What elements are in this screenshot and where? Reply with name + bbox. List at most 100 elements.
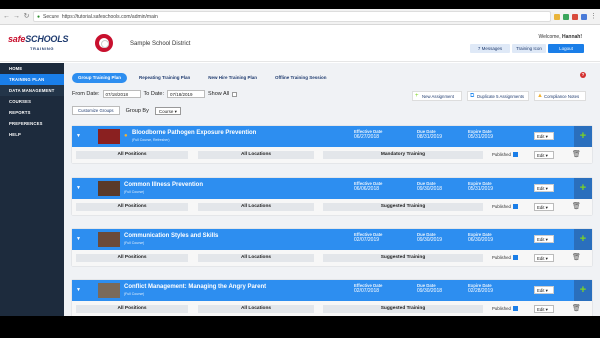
published-toggle[interactable]: Published [492, 204, 518, 209]
compliance-notes-button[interactable]: ▲ Compliance Notes [534, 91, 586, 101]
sidebar-item-preferences[interactable]: PREFERENCES [0, 118, 64, 129]
sidebar-item-courses[interactable]: COURSES [0, 96, 64, 107]
locations-pill[interactable]: All Locations [198, 203, 314, 211]
trash-icon[interactable]: 🗑 [572, 150, 581, 158]
training-type-pill[interactable]: Suggested Training [323, 254, 483, 262]
published-checkbox[interactable] [512, 255, 518, 260]
locations-pill[interactable]: All Locations [198, 254, 314, 262]
course-title[interactable]: Common Illness Prevention [124, 182, 203, 188]
edit-select[interactable]: Edit ▾ [534, 286, 554, 294]
tab-new-hire-training-plan[interactable]: New Hire Training Plan [202, 73, 263, 83]
trash-icon[interactable]: 🗑 [572, 202, 581, 210]
lock-icon: ● [37, 13, 41, 20]
published-checkbox[interactable] [512, 204, 518, 209]
duplicate-assignments-button[interactable]: ⧉ Duplicate 5 Assignments [467, 91, 529, 101]
help-icon[interactable]: ? [580, 72, 586, 78]
effective-date: Effective Date 02/07/2018 [354, 283, 383, 294]
assignment-card: ▼ Communication Styles and Skills (Full … [72, 229, 592, 266]
forward-icon[interactable]: → [13, 13, 20, 20]
tab-repeating-training-plan[interactable]: Repeating Training Plan [133, 73, 196, 83]
locations-pill[interactable]: All Locations [198, 151, 314, 159]
collapse-caret-icon[interactable]: ▼ [76, 133, 81, 139]
positions-pill[interactable]: All Positions [76, 203, 188, 211]
course-subtitle: (Full Course) [124, 190, 145, 194]
to-date-label: To Date: [143, 91, 164, 97]
assignment-footer: All Positions All Locations Suggested Tr… [72, 199, 592, 215]
back-icon[interactable]: ← [3, 13, 10, 20]
group-by-select[interactable]: Course ▾ [154, 106, 181, 115]
add-icon[interactable]: + [574, 229, 592, 250]
browser-window: ← → ↻ ● Secure https://tutorial.safescho… [0, 9, 600, 316]
edit-select[interactable]: Edit ▾ [534, 305, 554, 313]
extension-icon[interactable] [581, 13, 587, 20]
course-title[interactable]: Bloodborne Pathogen Exposure Prevention [132, 130, 256, 136]
extension-icon[interactable] [554, 13, 560, 20]
tab-group-training-plan[interactable]: Group Training Plan [72, 73, 128, 83]
group-by-label: Group By [125, 107, 149, 114]
course-title[interactable]: Conflict Management: Managing the Angry … [124, 284, 266, 290]
add-icon[interactable]: + [574, 280, 592, 301]
sidebar-item-data-management[interactable]: DATA MANAGEMENT [0, 85, 64, 96]
messages-button[interactable]: 7 Messages [470, 44, 510, 53]
district-name: Sample School District [130, 41, 191, 47]
course-title[interactable]: Communication Styles and Skills [124, 233, 218, 239]
duplicate-icon: ⧉ [470, 93, 475, 99]
show-all-label: Show All [208, 91, 230, 97]
sidebar-item-training-plan[interactable]: TRAINING PLAN [0, 74, 64, 85]
trash-icon[interactable]: 🗑 [572, 253, 581, 261]
course-subtitle: (Full Course) [124, 292, 145, 296]
sidebar-item-reports[interactable]: REPORTS [0, 107, 64, 118]
positions-pill[interactable]: All Positions [76, 254, 188, 262]
edit-select[interactable]: Edit ▾ [534, 203, 554, 211]
to-date-input[interactable]: 07/18/2019 [167, 90, 205, 98]
edit-select[interactable]: Edit ▾ [534, 151, 554, 159]
sidebar-item-help[interactable]: HELP [0, 129, 64, 140]
add-icon[interactable]: + [574, 178, 592, 199]
published-checkbox[interactable] [512, 152, 518, 157]
extension-icon[interactable] [563, 13, 569, 20]
training-type-pill[interactable]: Suggested Training [323, 203, 483, 211]
positions-pill[interactable]: All Positions [76, 305, 188, 313]
due-date: Due Date 08/31/2019 [417, 129, 443, 140]
training-icon-button[interactable]: Training Icon [512, 44, 546, 53]
training-type-pill[interactable]: Mandatory Training [323, 151, 483, 159]
show-all-checkbox[interactable] [232, 91, 238, 97]
course-thumbnail [98, 232, 120, 247]
course-thumbnail [98, 181, 120, 196]
assignment-card: ▼ Conflict Management: Managing the Angr… [72, 280, 592, 316]
customize-groups-button[interactable]: Customize Groups [72, 106, 120, 115]
collapse-caret-icon[interactable]: ▼ [76, 287, 81, 293]
plus-icon: + [415, 93, 419, 99]
secure-label: Secure [43, 13, 59, 20]
menu-icon[interactable]: ⋮ [590, 13, 597, 20]
locations-pill[interactable]: All Locations [198, 305, 314, 313]
extension-icon[interactable] [572, 13, 578, 20]
new-assignment-button[interactable]: + New Assignment [412, 91, 462, 101]
from-date-input[interactable]: 07/18/2018 [102, 90, 141, 98]
published-toggle[interactable]: Published [492, 306, 518, 311]
published-toggle[interactable]: Published [492, 255, 518, 260]
edit-select[interactable]: Edit ▾ [534, 184, 554, 192]
edit-select[interactable]: Edit ▾ [534, 235, 554, 243]
from-date-label: From Date: [72, 91, 100, 97]
training-type-pill[interactable]: Suggested Training [323, 305, 483, 313]
browser-toolbar: ← → ↻ ● Secure https://tutorial.safescho… [0, 9, 600, 25]
collapse-caret-icon[interactable]: ▼ [76, 236, 81, 242]
published-toggle[interactable]: Published [492, 152, 518, 157]
reload-icon[interactable]: ↻ [23, 13, 30, 20]
trash-icon[interactable]: 🗑 [572, 304, 581, 312]
address-bar[interactable]: ● Secure https://tutorial.safeschools.co… [33, 11, 551, 22]
edit-select[interactable]: Edit ▾ [534, 254, 554, 262]
letterbox-bar [0, 316, 600, 338]
logout-button[interactable]: Logout [548, 44, 584, 53]
published-checkbox[interactable] [512, 306, 518, 311]
add-icon[interactable]: + [574, 126, 592, 147]
sidebar-item-home[interactable]: HOME [0, 63, 64, 74]
effective-date: Effective Date 06/06/2018 [354, 181, 383, 192]
tab-offline-training-session[interactable]: Offline Training Session [269, 73, 333, 83]
positions-pill[interactable]: All Positions [76, 151, 188, 159]
edit-select[interactable]: Edit ▾ [534, 132, 554, 140]
date-filters: From Date: 07/18/2018 To Date: 07/18/201… [72, 90, 238, 98]
collapse-caret-icon[interactable]: ▼ [76, 185, 81, 191]
expire-date: Expire Date 06/30/2019 [468, 232, 494, 243]
